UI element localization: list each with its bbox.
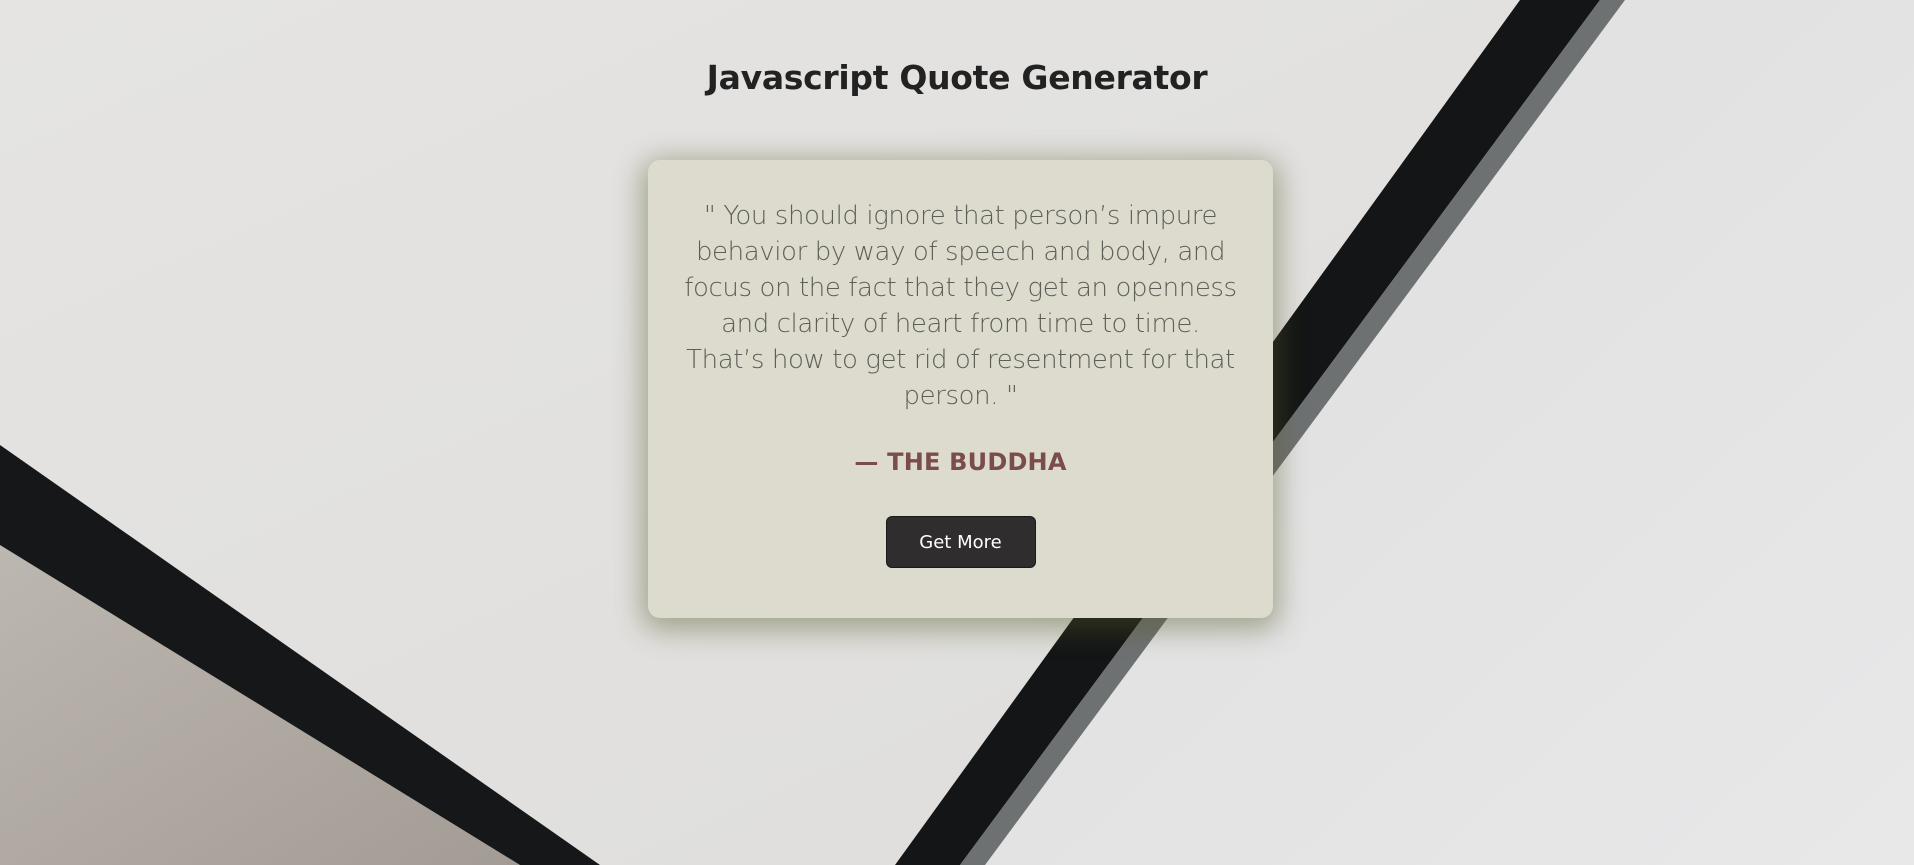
- quote-text-block: " You should ignore that person’s impure…: [684, 198, 1237, 414]
- quote-open-mark: ": [703, 201, 716, 231]
- quote-text: You should ignore that person’s impure b…: [684, 201, 1237, 411]
- quote-author: — The Buddha: [854, 448, 1067, 476]
- get-more-button[interactable]: Get More: [885, 516, 1036, 568]
- page-title: Javascript Quote Generator: [706, 58, 1208, 97]
- quote-card: " You should ignore that person’s impure…: [648, 160, 1273, 618]
- quote-close-mark: ": [1005, 381, 1018, 411]
